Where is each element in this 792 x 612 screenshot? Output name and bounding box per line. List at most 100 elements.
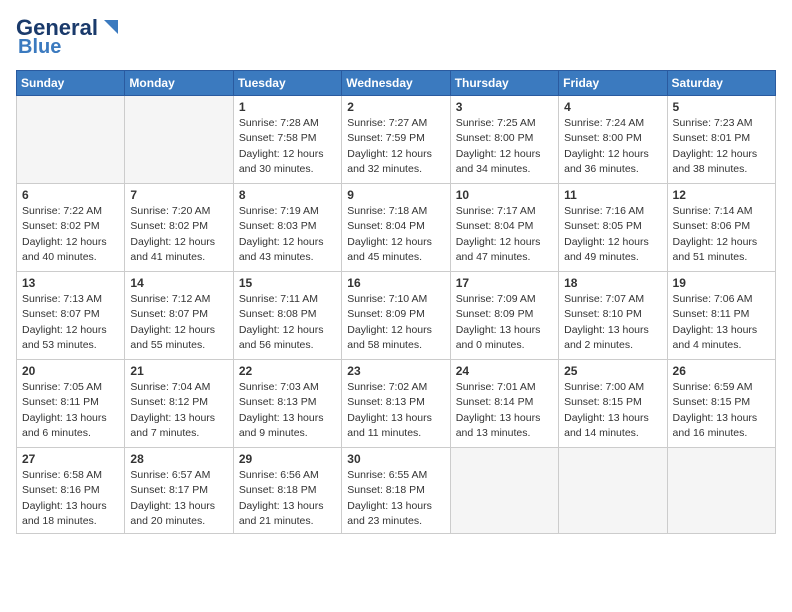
day-number: 8 bbox=[239, 188, 336, 202]
day-detail: Sunrise: 7:16 AMSunset: 8:05 PMDaylight:… bbox=[564, 204, 661, 265]
day-detail: Sunrise: 7:00 AMSunset: 8:15 PMDaylight:… bbox=[564, 380, 661, 441]
calendar-day-cell bbox=[667, 448, 775, 534]
day-number: 29 bbox=[239, 452, 336, 466]
day-detail: Sunrise: 7:13 AMSunset: 8:07 PMDaylight:… bbox=[22, 292, 119, 353]
day-detail: Sunrise: 7:04 AMSunset: 8:12 PMDaylight:… bbox=[130, 380, 227, 441]
calendar-day-cell: 20 Sunrise: 7:05 AMSunset: 8:11 PMDayligh… bbox=[17, 360, 125, 448]
calendar-day-cell: 12 Sunrise: 7:14 AMSunset: 8:06 PMDayligh… bbox=[667, 184, 775, 272]
day-detail: Sunrise: 6:59 AMSunset: 8:15 PMDaylight:… bbox=[673, 380, 770, 441]
day-number: 11 bbox=[564, 188, 661, 202]
day-number: 14 bbox=[130, 276, 227, 290]
day-detail: Sunrise: 7:24 AMSunset: 8:00 PMDaylight:… bbox=[564, 116, 661, 177]
weekday-header: Wednesday bbox=[342, 71, 450, 96]
calendar-day-cell: 22Sunrise: 7:03 AMSunset: 8:13 PMDayligh… bbox=[233, 360, 341, 448]
day-detail: Sunrise: 6:55 AMSunset: 8:18 PMDaylight:… bbox=[347, 468, 444, 529]
day-detail: Sunrise: 7:22 AMSunset: 8:02 PMDaylight:… bbox=[22, 204, 119, 265]
calendar-day-cell: 4 Sunrise: 7:24 AMSunset: 8:00 PMDaylight… bbox=[559, 96, 667, 184]
day-number: 5 bbox=[673, 100, 770, 114]
logo-text-blue: Blue bbox=[18, 36, 61, 58]
calendar-day-cell: 28Sunrise: 6:57 AMSunset: 8:17 PMDayligh… bbox=[125, 448, 233, 534]
day-number: 12 bbox=[673, 188, 770, 202]
day-number: 13 bbox=[22, 276, 119, 290]
calendar-day-cell: 25Sunrise: 7:00 AMSunset: 8:15 PMDayligh… bbox=[559, 360, 667, 448]
calendar-day-cell: 19 Sunrise: 7:06 AMSunset: 8:11 PMDayligh… bbox=[667, 272, 775, 360]
calendar-day-cell: 2 Sunrise: 7:27 AMSunset: 7:59 PMDaylight… bbox=[342, 96, 450, 184]
calendar-day-cell bbox=[450, 448, 558, 534]
calendar-day-cell: 10 Sunrise: 7:17 AMSunset: 8:04 PMDayligh… bbox=[450, 184, 558, 272]
day-detail: Sunrise: 7:09 AMSunset: 8:09 PMDaylight:… bbox=[456, 292, 553, 353]
calendar-day-cell: 18Sunrise: 7:07 AMSunset: 8:10 PMDayligh… bbox=[559, 272, 667, 360]
day-number: 10 bbox=[456, 188, 553, 202]
day-number: 1 bbox=[239, 100, 336, 114]
day-number: 16 bbox=[347, 276, 444, 290]
calendar-day-cell: 13 Sunrise: 7:13 AMSunset: 8:07 PMDayligh… bbox=[17, 272, 125, 360]
day-number: 22 bbox=[239, 364, 336, 378]
day-number: 4 bbox=[564, 100, 661, 114]
calendar-day-cell: 29 Sunrise: 6:56 AMSunset: 8:18 PMDayligh… bbox=[233, 448, 341, 534]
calendar-day-cell: 6 Sunrise: 7:22 AMSunset: 8:02 PMDaylight… bbox=[17, 184, 125, 272]
calendar-day-cell: 14 Sunrise: 7:12 AMSunset: 8:07 PMDayligh… bbox=[125, 272, 233, 360]
day-detail: Sunrise: 7:27 AMSunset: 7:59 PMDaylight:… bbox=[347, 116, 444, 177]
calendar-week-row: 6 Sunrise: 7:22 AMSunset: 8:02 PMDaylight… bbox=[17, 184, 776, 272]
calendar-day-cell: 16 Sunrise: 7:10 AMSunset: 8:09 PMDayligh… bbox=[342, 272, 450, 360]
day-detail: Sunrise: 7:14 AMSunset: 8:06 PMDaylight:… bbox=[673, 204, 770, 265]
day-detail: Sunrise: 7:19 AMSunset: 8:03 PMDaylight:… bbox=[239, 204, 336, 265]
calendar-week-row: 1 Sunrise: 7:28 AMSunset: 7:58 PMDaylight… bbox=[17, 96, 776, 184]
weekday-header: Friday bbox=[559, 71, 667, 96]
calendar-day-cell: 8 Sunrise: 7:19 AMSunset: 8:03 PMDaylight… bbox=[233, 184, 341, 272]
day-detail: Sunrise: 7:01 AMSunset: 8:14 PMDaylight:… bbox=[456, 380, 553, 441]
weekday-header: Tuesday bbox=[233, 71, 341, 96]
page-header: General Blue bbox=[16, 16, 776, 58]
calendar-day-cell: 23Sunrise: 7:02 AMSunset: 8:13 PMDayligh… bbox=[342, 360, 450, 448]
day-detail: Sunrise: 7:12 AMSunset: 8:07 PMDaylight:… bbox=[130, 292, 227, 353]
day-number: 9 bbox=[347, 188, 444, 202]
calendar-day-cell: 11 Sunrise: 7:16 AMSunset: 8:05 PMDayligh… bbox=[559, 184, 667, 272]
day-number: 15 bbox=[239, 276, 336, 290]
day-detail: Sunrise: 7:25 AMSunset: 8:00 PMDaylight:… bbox=[456, 116, 553, 177]
day-number: 3 bbox=[456, 100, 553, 114]
logo-arrow-icon bbox=[100, 16, 122, 38]
calendar-day-cell bbox=[559, 448, 667, 534]
day-number: 19 bbox=[673, 276, 770, 290]
day-detail: Sunrise: 7:10 AMSunset: 8:09 PMDaylight:… bbox=[347, 292, 444, 353]
day-number: 7 bbox=[130, 188, 227, 202]
day-detail: Sunrise: 7:18 AMSunset: 8:04 PMDaylight:… bbox=[347, 204, 444, 265]
day-number: 2 bbox=[347, 100, 444, 114]
day-detail: Sunrise: 6:57 AMSunset: 8:17 PMDaylight:… bbox=[130, 468, 227, 529]
calendar-day-cell: 7 Sunrise: 7:20 AMSunset: 8:02 PMDaylight… bbox=[125, 184, 233, 272]
weekday-header: Thursday bbox=[450, 71, 558, 96]
calendar-day-cell: 15 Sunrise: 7:11 AMSunset: 8:08 PMDayligh… bbox=[233, 272, 341, 360]
day-detail: Sunrise: 7:06 AMSunset: 8:11 PMDaylight:… bbox=[673, 292, 770, 353]
weekday-header: Sunday bbox=[17, 71, 125, 96]
day-number: 18 bbox=[564, 276, 661, 290]
day-number: 20 bbox=[22, 364, 119, 378]
calendar-day-cell: 17 Sunrise: 7:09 AMSunset: 8:09 PMDayligh… bbox=[450, 272, 558, 360]
calendar-day-cell: 3 Sunrise: 7:25 AMSunset: 8:00 PMDaylight… bbox=[450, 96, 558, 184]
day-detail: Sunrise: 6:56 AMSunset: 8:18 PMDaylight:… bbox=[239, 468, 336, 529]
calendar-day-cell bbox=[125, 96, 233, 184]
day-detail: Sunrise: 7:05 AMSunset: 8:11 PMDaylight:… bbox=[22, 380, 119, 441]
day-number: 17 bbox=[456, 276, 553, 290]
day-detail: Sunrise: 6:58 AMSunset: 8:16 PMDaylight:… bbox=[22, 468, 119, 529]
day-detail: Sunrise: 7:11 AMSunset: 8:08 PMDaylight:… bbox=[239, 292, 336, 353]
day-detail: Sunrise: 7:02 AMSunset: 8:13 PMDaylight:… bbox=[347, 380, 444, 441]
weekday-header: Monday bbox=[125, 71, 233, 96]
calendar-day-cell bbox=[17, 96, 125, 184]
logo: General Blue bbox=[16, 16, 122, 58]
day-number: 27 bbox=[22, 452, 119, 466]
calendar-day-cell: 21 Sunrise: 7:04 AMSunset: 8:12 PMDayligh… bbox=[125, 360, 233, 448]
day-detail: Sunrise: 7:20 AMSunset: 8:02 PMDaylight:… bbox=[130, 204, 227, 265]
calendar-day-cell: 30 Sunrise: 6:55 AMSunset: 8:18 PMDayligh… bbox=[342, 448, 450, 534]
calendar-day-cell: 9 Sunrise: 7:18 AMSunset: 8:04 PMDaylight… bbox=[342, 184, 450, 272]
calendar-header-row: SundayMondayTuesdayWednesdayThursdayFrid… bbox=[17, 71, 776, 96]
calendar-week-row: 27 Sunrise: 6:58 AMSunset: 8:16 PMDayligh… bbox=[17, 448, 776, 534]
day-number: 6 bbox=[22, 188, 119, 202]
calendar-week-row: 13 Sunrise: 7:13 AMSunset: 8:07 PMDayligh… bbox=[17, 272, 776, 360]
day-detail: Sunrise: 7:28 AMSunset: 7:58 PMDaylight:… bbox=[239, 116, 336, 177]
weekday-header: Saturday bbox=[667, 71, 775, 96]
day-number: 21 bbox=[130, 364, 227, 378]
calendar-week-row: 20 Sunrise: 7:05 AMSunset: 8:11 PMDayligh… bbox=[17, 360, 776, 448]
day-number: 30 bbox=[347, 452, 444, 466]
calendar-day-cell: 5Sunrise: 7:23 AMSunset: 8:01 PMDaylight… bbox=[667, 96, 775, 184]
day-detail: Sunrise: 7:17 AMSunset: 8:04 PMDaylight:… bbox=[456, 204, 553, 265]
